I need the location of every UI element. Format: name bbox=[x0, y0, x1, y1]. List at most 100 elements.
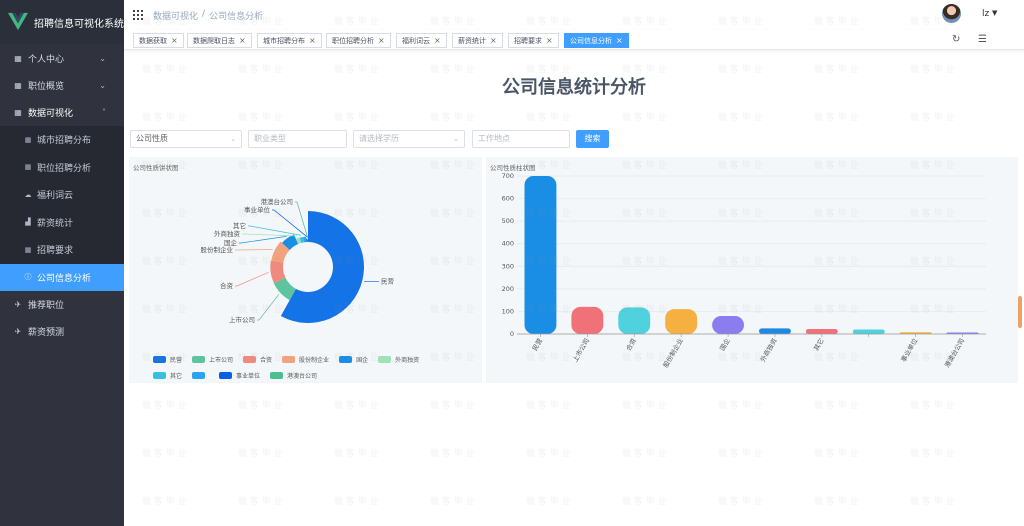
bar[interactable] bbox=[618, 307, 651, 334]
legend-item[interactable]: 上市公司 bbox=[192, 355, 233, 364]
tag-welfare-cloud[interactable]: 福利词云 × bbox=[396, 33, 447, 48]
legend-item[interactable]: 股份制企业 bbox=[282, 355, 329, 364]
legend-item[interactable]: 其它 bbox=[153, 371, 182, 380]
sidebar-item-label: 公司信息分析 bbox=[37, 273, 92, 284]
sidebar-item-label: 职位招聘分析 bbox=[37, 163, 92, 174]
settings-sliders-icon[interactable]: ☰ bbox=[978, 34, 987, 45]
x-tick-label: 股份制企业 bbox=[661, 336, 685, 369]
hamburger-grid-icon[interactable] bbox=[133, 10, 143, 20]
select-value: 公司性质 bbox=[136, 134, 168, 143]
legend-label: 港澳台公司 bbox=[287, 373, 318, 380]
close-icon[interactable]: × bbox=[490, 36, 497, 45]
tag-label: 职位招聘分析 bbox=[332, 37, 374, 45]
watermark-text: 极 客 毕 业 bbox=[622, 497, 667, 507]
legend-item[interactable]: 民营 bbox=[153, 355, 182, 364]
sidebar-item-salary-stats[interactable]: ▟ 薪资统计 bbox=[0, 209, 124, 237]
close-icon[interactable]: × bbox=[239, 36, 246, 45]
tag-job-analysis[interactable]: 职位招聘分析 × bbox=[326, 33, 391, 48]
user-name[interactable]: lz bbox=[982, 9, 989, 19]
legend-item[interactable]: 港澳台公司 bbox=[270, 371, 317, 380]
legend-swatch bbox=[243, 356, 257, 363]
brand[interactable]: 招聘信息可视化系统 bbox=[0, 0, 124, 44]
close-icon[interactable]: × bbox=[616, 36, 623, 45]
pie-chart-panel: 公司性质饼状图 民营 上市公司 合资 股份制企业 国企 外商独资 其它 事业单位 港澳台公司 bbox=[129, 157, 482, 383]
legend-label: 国企 bbox=[356, 357, 369, 364]
pie-legend: 民营 上市公司 合资 股份制企业 国企 外商独资其它 事业单位 港澳台公司 bbox=[153, 355, 463, 380]
close-icon[interactable]: × bbox=[434, 36, 441, 45]
sidebar-item-profile[interactable]: ▦ 个人中心 ⌄ bbox=[0, 45, 124, 72]
watermark-text: 极 客 毕 业 bbox=[238, 497, 283, 507]
refresh-icon[interactable]: ↻ bbox=[952, 34, 960, 45]
legend-label: 合资 bbox=[260, 357, 273, 364]
company-type-select[interactable]: 公司性质 ⌄ bbox=[130, 130, 242, 148]
y-tick-label: 300 bbox=[502, 262, 514, 270]
legend-item[interactable]: 合资 bbox=[243, 355, 272, 364]
sidebar-item-requirements[interactable]: ▦ 招聘要求 bbox=[0, 236, 124, 264]
tag-label: 福利词云 bbox=[402, 37, 430, 45]
watermark-text: 极 客 毕 业 bbox=[910, 497, 955, 507]
close-icon[interactable]: × bbox=[546, 36, 553, 45]
sidebar-item-salary-forecast[interactable]: ✈ 薪资预测 bbox=[0, 318, 124, 345]
bar-chart-title: 公司性质柱状图 bbox=[490, 164, 536, 172]
watermark-text: 极 客 毕 业 bbox=[718, 449, 763, 459]
bar[interactable] bbox=[665, 309, 698, 334]
sidebar-item-welfare-cloud[interactable]: ☁ 福利词云 bbox=[0, 181, 124, 209]
sidebar-item-city-distribution[interactable]: ▦ 城市招聘分布 bbox=[0, 126, 124, 154]
tag-salary-stats[interactable]: 薪资统计 × bbox=[452, 33, 503, 48]
tag-requirements[interactable]: 招聘要求 × bbox=[508, 33, 559, 48]
watermark-text: 极 客 毕 业 bbox=[430, 497, 475, 507]
bar[interactable] bbox=[759, 328, 791, 334]
input-placeholder: 工作地点 bbox=[478, 134, 510, 143]
y-tick-label: 600 bbox=[502, 195, 514, 203]
caret-down-icon[interactable]: ▼ bbox=[992, 9, 997, 17]
tag-label: 薪资统计 bbox=[458, 37, 486, 45]
close-icon[interactable]: × bbox=[309, 36, 316, 45]
legend-item[interactable]: 事业单位 bbox=[219, 371, 260, 380]
pie-slice[interactable] bbox=[280, 211, 364, 323]
vue-logo-icon bbox=[8, 12, 28, 31]
scroll-handle[interactable] bbox=[1018, 296, 1022, 328]
app-root: 招聘信息可视化系统 ▦ 个人中心 ⌄ ▦ 职位概览 ⌄ ▦ 数据可视化 ˄ ▦ … bbox=[0, 0, 1024, 526]
x-tick-label: 港澳台公司 bbox=[942, 337, 966, 370]
location-input[interactable]: 工作地点 bbox=[472, 130, 570, 148]
tag-company-analysis[interactable]: 公司信息分析 × bbox=[564, 33, 629, 48]
sidebar-item-recommend[interactable]: ✈ 推荐职位 bbox=[0, 291, 124, 318]
breadcrumb-item[interactable]: 数据可视化 bbox=[153, 9, 198, 22]
legend-item[interactable]: 国企 bbox=[339, 355, 368, 364]
legend-label: 外商独资 bbox=[395, 357, 420, 364]
close-icon[interactable]: × bbox=[171, 36, 178, 45]
search-button[interactable]: 搜索 bbox=[576, 130, 609, 148]
education-select[interactable]: 请选择学历 ⌄ bbox=[353, 130, 465, 148]
tag-label: 城市招聘分布 bbox=[263, 37, 305, 45]
dashboard-icon: ▦ bbox=[14, 107, 22, 117]
watermark-text: 极 客 毕 业 bbox=[142, 113, 187, 123]
sidebar-item-label: 薪资预测 bbox=[28, 328, 65, 338]
bar[interactable] bbox=[805, 329, 838, 334]
job-type-input[interactable]: 职业类型 bbox=[248, 130, 347, 148]
grid-icon: ▦ bbox=[24, 163, 32, 172]
bar[interactable] bbox=[852, 329, 885, 334]
tag-crawl-log[interactable]: 数据爬取日志 × bbox=[187, 33, 252, 48]
legend-item[interactable]: 外商独资 bbox=[378, 355, 419, 364]
pie-label-line bbox=[257, 294, 280, 321]
legend-item[interactable] bbox=[192, 371, 209, 380]
sidebar-item-company-analysis[interactable]: ⓘ 公司信息分析 bbox=[0, 263, 124, 291]
bar[interactable] bbox=[712, 315, 744, 334]
tag-data-fetch[interactable]: 数据获取 × bbox=[133, 33, 184, 48]
watermark-text: 极 客 毕 业 bbox=[334, 401, 379, 411]
y-tick-label: 700 bbox=[502, 172, 514, 180]
sidebar-item-job-analysis[interactable]: ▦ 职位招聘分析 bbox=[0, 154, 124, 182]
sidebar-item-data-visualization[interactable]: ▦ 数据可视化 ˄ bbox=[0, 99, 124, 126]
pie-label-line bbox=[235, 271, 269, 287]
avatar[interactable] bbox=[942, 4, 961, 23]
close-icon[interactable]: × bbox=[378, 36, 385, 45]
sidebar-item-label: 招聘要求 bbox=[37, 246, 74, 257]
sidebar-item-job-overview[interactable]: ▦ 职位概览 ⌄ bbox=[0, 72, 124, 99]
watermark-text: 极 客 毕 业 bbox=[718, 401, 763, 411]
tag-city-distribution[interactable]: 城市招聘分布 × bbox=[257, 33, 322, 48]
bar[interactable] bbox=[571, 306, 604, 334]
bar[interactable] bbox=[524, 176, 557, 334]
tag-label: 公司信息分析 bbox=[570, 37, 612, 45]
pie-slice[interactable] bbox=[306, 238, 308, 243]
breadcrumb-current: 公司信息分析 bbox=[209, 11, 264, 22]
